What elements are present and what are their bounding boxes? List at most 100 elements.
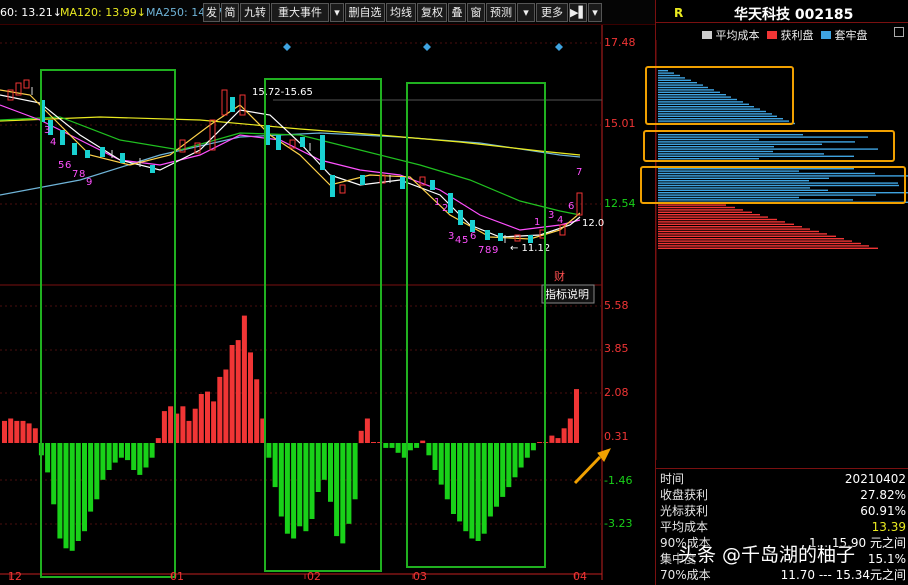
highlight-box [643,130,895,162]
indicator-bar [8,418,14,443]
diamond-icon[interactable] [283,43,291,51]
count-label: 5 [462,235,468,246]
events-dropdown-icon[interactable]: ▾ [330,3,344,22]
indicator-bar [432,443,438,470]
remove-watchlist-button[interactable]: 删自选 [345,3,385,22]
stat-value: 15.1% [867,552,906,566]
count-label: 8 [485,245,491,256]
date-label: 12 [8,570,22,583]
price-tick: 12.54 [604,197,636,210]
count-label: 1 [534,217,540,228]
chip-bar-profit [658,218,777,221]
chip-bar-profit [658,242,861,245]
indicator-bar [32,428,38,443]
indicator-bar [561,428,567,443]
adjust-button[interactable]: 复权 [417,3,447,22]
price-tick: 15.01 [604,117,636,130]
chip-bar-profit [658,214,760,216]
indicator-bar [524,443,530,458]
forecast-button[interactable]: 预测 [486,3,516,22]
watermark: 头条 @千岛湖的柚子 [678,544,856,566]
indicator-bar [475,443,481,541]
indicator-bar [223,369,229,443]
date-label: 02 [307,570,321,583]
count-label: 7 [576,167,582,178]
indicator-bar [211,401,217,443]
chip-bar-profit [658,240,852,242]
stat-key: 收盘获利 [660,488,709,502]
indicator-bar [51,443,57,505]
indicator-bar [309,443,315,519]
chart-area[interactable]: 3 4 5 6 7 8 9 1 2 3 4 5 6 7 8 9 1 3 4 6 … [0,25,655,585]
count-label: 6 [470,231,476,242]
indicator-bar [555,438,561,443]
indicator-bar [414,443,420,448]
indicator-bar [229,345,235,443]
finance-badge[interactable]: 财 [554,269,565,283]
date-label: 04 [573,570,587,583]
indicator-bar [457,443,463,522]
fa-button[interactable]: 发 [203,3,220,22]
menu-dropdown-icon[interactable]: ▾ [588,3,602,22]
indicator-bar [567,418,573,443]
legend-swatch [821,31,831,39]
window-button[interactable]: 窗 [467,3,485,22]
forecast-dropdown-icon[interactable]: ▾ [517,3,535,22]
count-label: 5 [58,160,64,171]
indicator-bar [321,443,327,480]
indicator-bar [69,443,75,551]
stat-value: 13.39 [871,520,906,534]
indicator-bar [530,443,536,451]
chip-bar-profit [658,221,785,223]
stat-value: 11.70 --- 15.34元之间 [780,568,906,582]
indicator-bar [346,443,352,524]
legend-swatch [767,31,777,39]
indicator-bar [100,443,106,480]
indicator-bar [198,394,204,443]
moving-average-lines [0,89,581,240]
indicator-bar [340,443,346,544]
indicator-bar [407,443,413,451]
ma-lines-button[interactable]: 均线 [386,3,416,22]
chip-bar-profit [658,245,869,247]
indicator-bar [518,443,524,468]
settings-icon[interactable] [894,27,904,37]
event-markers[interactable] [283,43,563,51]
indicator-bars [2,315,579,551]
indicator-bar [574,389,579,443]
indicator-help-button[interactable]: 指标说明 [545,287,589,301]
indicator-bar [26,423,32,443]
chip-bar-profit [658,233,827,235]
chip-bar-profit [658,230,819,233]
indicator-bar [297,443,303,527]
count-label: 6 [65,160,71,171]
count-label: 6 [568,201,574,212]
count-label: 7 [72,169,78,180]
major-events-button[interactable]: 重大事件 [271,3,329,22]
more-button[interactable]: 更多 [536,3,568,22]
divider [656,468,908,469]
stat-value: 20210402 [844,472,906,486]
highlight-box [645,66,794,125]
count-label: 9 [86,177,92,188]
play-icon[interactable]: ▶▌ [569,3,587,22]
stat-value: 60.91% [860,504,906,518]
diamond-icon[interactable] [423,43,431,51]
diamond-icon[interactable] [555,43,563,51]
indicator-bar [217,376,223,444]
chip-bar-profit [658,247,878,249]
chart-toolbar: 60: 13.21↓ MA120: 13.99↓ MA250: 14.07↑ 发… [0,0,655,25]
jiuzhuan-button[interactable]: 九转 [240,3,270,22]
chip-bar-profit [658,238,844,240]
overlay-button[interactable]: 叠 [448,3,466,22]
indicator-bar [149,443,155,458]
indicator-tick: 0.31 [604,430,629,443]
stat-row: 收盘获利 27.82% [658,488,908,503]
stat-key: 时间 [660,472,685,486]
indicator-bar [481,443,487,534]
indicator-bar [2,420,7,443]
indicator-bar [371,442,376,443]
legend-swatch [702,31,712,39]
simple-button[interactable]: 简 [221,3,239,22]
indicator-bar [137,443,143,475]
